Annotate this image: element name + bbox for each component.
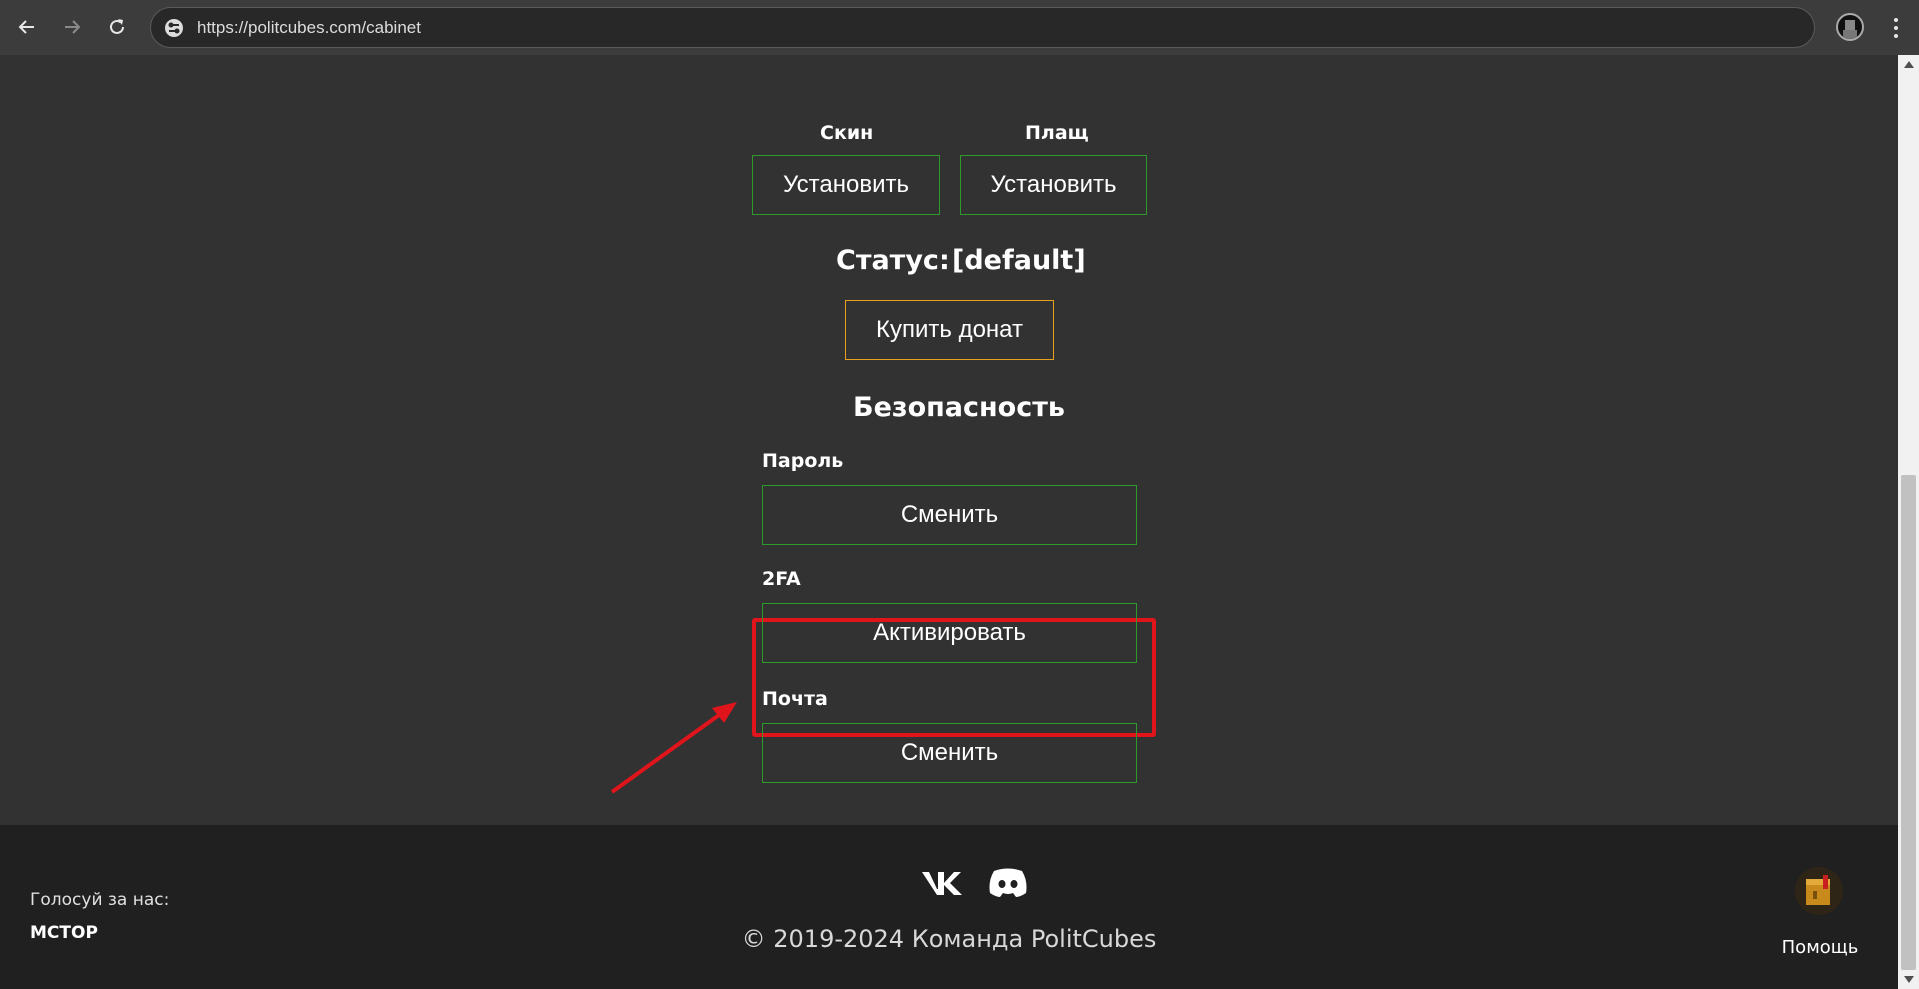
arrow-left-icon (18, 20, 34, 34)
vote-label: Голосуй за нас: (30, 890, 170, 910)
browser-menu-button[interactable] (1888, 14, 1904, 42)
avatar-icon (1843, 20, 1857, 39)
address-bar[interactable]: https://politcubes.com/cabinet (150, 7, 1815, 48)
status-label: Статус: (836, 245, 950, 276)
buy-donate-button[interactable]: Купить донат (845, 300, 1054, 360)
change-email-button[interactable]: Сменить (762, 723, 1137, 783)
menu-dot-icon (1894, 18, 1898, 22)
annotation-arrow-icon (610, 702, 737, 794)
back-button[interactable] (12, 12, 42, 42)
copyright-text: © 2019-2024 Команда PolitCubes (741, 925, 1157, 953)
cloak-label: Плащ (1025, 122, 1089, 144)
skin-label: Скин (820, 122, 874, 144)
scrollbar[interactable] (1898, 55, 1919, 989)
scroll-thumb[interactable] (1901, 475, 1916, 970)
discord-icon[interactable] (986, 865, 1030, 899)
help-label[interactable]: Помощь (1760, 937, 1880, 958)
menu-dot-icon (1894, 26, 1898, 30)
twofa-label: 2FA (762, 568, 801, 590)
reload-button[interactable] (102, 12, 132, 42)
scroll-up-icon[interactable] (1904, 61, 1914, 68)
menu-dot-icon (1894, 34, 1898, 38)
email-label: Почта (762, 688, 828, 710)
activate-2fa-button[interactable]: Активировать (762, 603, 1137, 663)
scroll-down-icon[interactable] (1904, 976, 1914, 983)
arrow-right-icon (65, 20, 81, 34)
vk-icon[interactable] (920, 865, 964, 899)
reload-icon (110, 19, 124, 34)
change-password-button[interactable]: Сменить (762, 485, 1137, 545)
url-text[interactable]: https://politcubes.com/cabinet (197, 17, 421, 39)
password-label: Пароль (762, 450, 844, 472)
profile-avatar[interactable] (1836, 13, 1864, 41)
site-info-icon[interactable] (163, 17, 185, 39)
browser-toolbar: https://politcubes.com/cabinet (0, 0, 1919, 55)
set-cloak-button[interactable]: Установить (960, 155, 1147, 215)
security-heading: Безопасность (853, 392, 1065, 423)
set-skin-button[interactable]: Установить (752, 155, 940, 215)
forward-button[interactable] (57, 12, 87, 42)
status-value: [default] (952, 245, 1086, 276)
cabinet-content: Скин Установить Плащ Установить Статус: … (0, 55, 1898, 825)
help-box-icon[interactable] (1793, 865, 1845, 917)
site-footer: Голосуй за нас: MCTOP © 2019-2024 Команд… (0, 825, 1898, 989)
